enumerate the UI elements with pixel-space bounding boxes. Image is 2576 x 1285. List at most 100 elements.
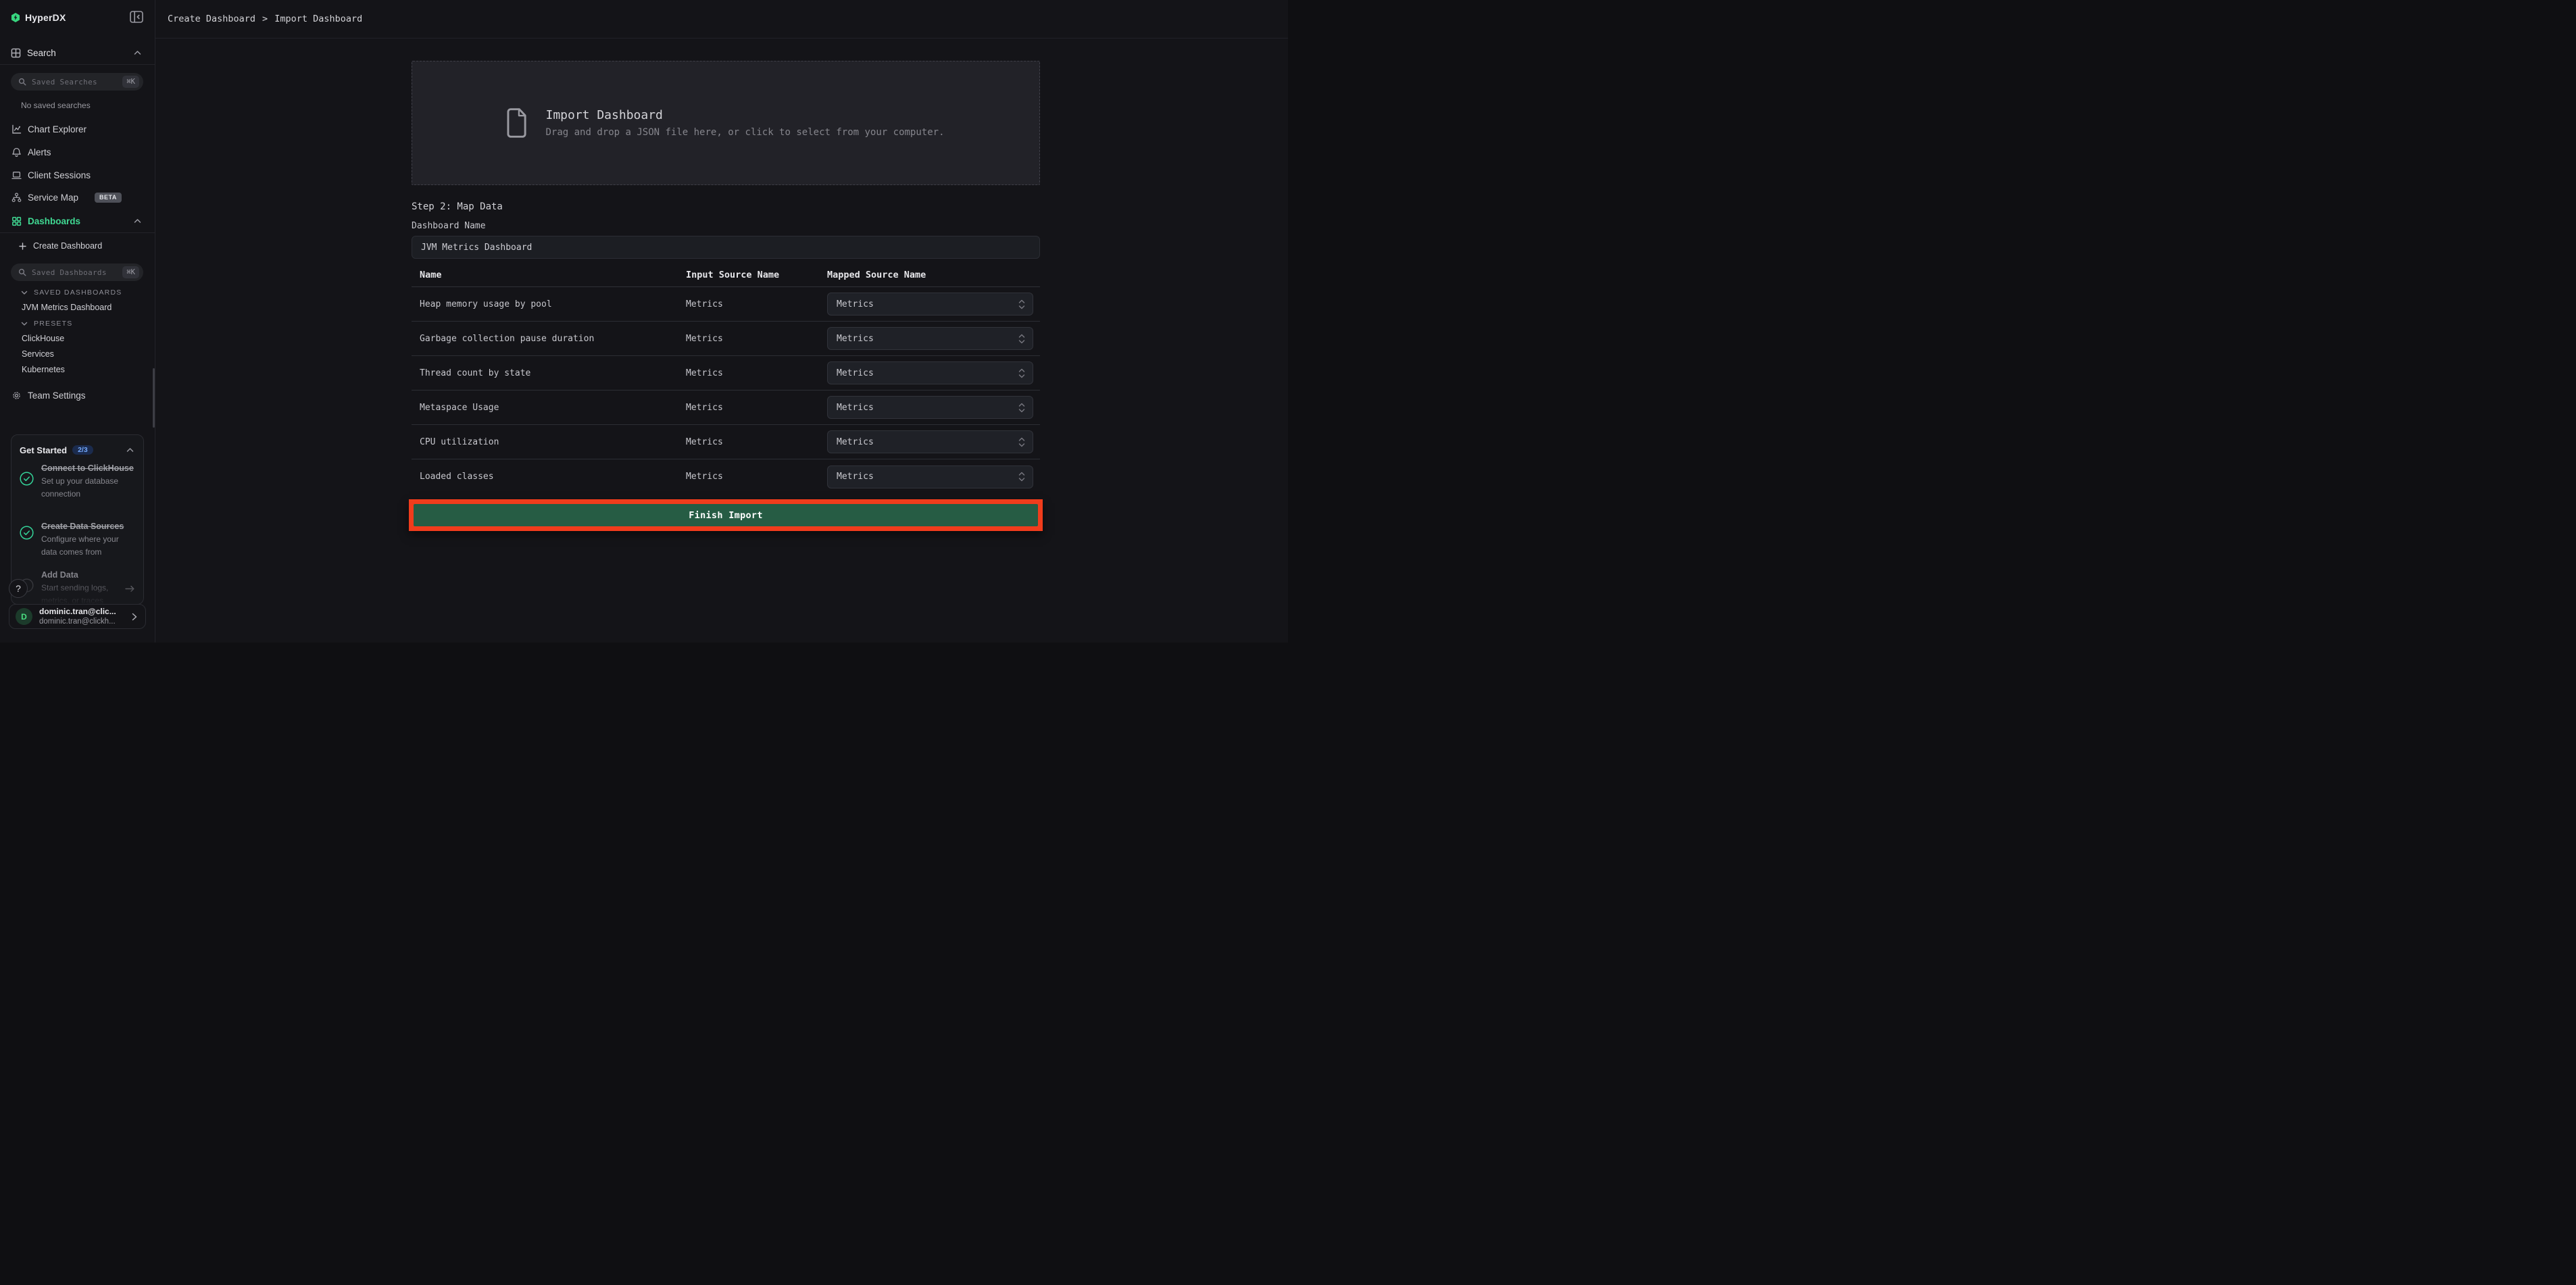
selected-value: Metrics [837,299,874,309]
mapped-source-select[interactable]: Metrics [827,293,1033,316]
get-started-step-add-data[interactable]: Add Data Start sending logs, metrics, or… [20,569,137,605]
selector-chevrons-icon [1017,471,1026,482]
selected-value: Metrics [837,368,874,378]
saved-dashboards-input[interactable]: Saved Dashboards ⌘K [11,263,143,281]
breadcrumb-create-dashboard[interactable]: Create Dashboard [168,14,255,24]
main-area: Create Dashboard>Import Dashboard Import… [155,0,1288,642]
shortcut-badge: ⌘K [122,76,139,88]
chevron-down-icon [21,291,28,295]
presets-group-header[interactable]: PRESETS [21,320,72,328]
sidebar-item-label: Dashboards [28,216,80,226]
action-highlight-annotation: Finish Import [409,499,1043,531]
row-name: Metaspace Usage [412,403,686,413]
chevron-right-icon [132,613,137,621]
selected-value: Metrics [837,472,874,482]
sidebar-item-dashboards[interactable]: Dashboards [0,211,155,230]
laptop-icon [11,170,22,180]
bell-icon [11,147,22,157]
search-icon [18,268,26,276]
dashboards-icon [11,216,22,226]
app-title: HyperDX [25,12,66,23]
sidebar-item-clickhouse[interactable]: ClickHouse [22,334,64,343]
selector-chevrons-icon [1017,368,1026,379]
mapping-table: Name Input Source Name Mapped Source Nam… [412,270,1040,494]
get-started-card: Get Started 2/3 Connect to ClickHouse Se… [11,434,144,605]
column-header-input-source: Input Source Name [686,270,827,280]
table-row: CPU utilization Metrics Metrics [412,425,1040,459]
selector-chevrons-icon [1017,402,1026,413]
dashboard-name-input[interactable] [412,236,1040,259]
sidebar-item-service-map[interactable]: Service Map BETA [0,188,155,207]
row-name: Thread count by state [412,368,686,378]
saved-dashboards-placeholder: Saved Dashboards [32,268,107,277]
sidebar-scrollbar[interactable] [153,368,155,428]
table-row: Loaded classes Metrics Metrics [412,459,1040,494]
user-email: dominic.tran@clickh... [39,617,126,627]
create-dashboard-button[interactable]: Create Dashboard [19,241,102,251]
breadcrumb: Create Dashboard>Import Dashboard [168,14,362,24]
saved-searches-placeholder: Saved Searches [32,78,97,86]
sidebar-item-label: Service Map [28,193,78,203]
row-name: CPU utilization [412,437,686,447]
sidebar-collapse-icon[interactable] [130,11,143,23]
file-dropzone[interactable]: Import Dashboard Drag and drop a JSON fi… [412,61,1040,185]
row-input-source: Metrics [686,403,827,413]
table-row: Heap memory usage by pool Metrics Metric… [412,287,1040,322]
sidebar-item-services[interactable]: Services [22,349,54,359]
mapped-source-select[interactable]: Metrics [827,396,1033,419]
column-header-name: Name [412,270,686,280]
table-body: Heap memory usage by pool Metrics Metric… [412,287,1040,494]
search-section-icon [11,48,21,58]
file-icon [507,107,528,138]
saved-searches-input[interactable]: Saved Searches ⌘K [11,73,143,91]
get-started-step-sources[interactable]: Create Data Sources Configure where your… [20,520,137,559]
sidebar-item-alerts[interactable]: Alerts [0,143,155,161]
sidebar-item-team-settings[interactable]: Team Settings [0,386,155,405]
row-input-source: Metrics [686,368,827,378]
row-name: Loaded classes [412,472,686,482]
group-label: PRESETS [34,320,72,328]
saved-dashboards-group-header[interactable]: SAVED DASHBOARDS [21,288,122,297]
service-map-icon [11,193,22,203]
selected-value: Metrics [837,403,874,413]
selector-chevrons-icon [1017,333,1026,345]
sidebar-item-jvm-metrics-dashboard[interactable]: JVM Metrics Dashboard [22,303,112,312]
chevron-down-icon [21,322,28,326]
chevron-up-icon [134,50,141,55]
mapped-source-select[interactable]: Metrics [827,361,1033,384]
get-started-title: Get Started [20,445,67,455]
hyperdx-app: HyperDX Search [0,0,1288,642]
breadcrumb-import-dashboard[interactable]: Import Dashboard [274,14,362,24]
create-dashboard-label: Create Dashboard [33,241,102,251]
step-label: Step 2: Map Data [412,201,1040,212]
check-circle-icon [20,472,34,486]
sidebar-item-chart-explorer[interactable]: Chart Explorer [0,120,155,138]
user-menu[interactable]: D dominic.tran@clic... dominic.tran@clic… [9,604,146,629]
mapped-source-select[interactable]: Metrics [827,465,1033,488]
step-title: Connect to ClickHouse [41,462,137,475]
row-input-source: Metrics [686,299,827,309]
sidebar-divider [0,232,155,233]
mapped-source-select[interactable]: Metrics [827,327,1033,350]
table-row: Metaspace Usage Metrics Metrics [412,390,1040,425]
import-panel: Import Dashboard Drag and drop a JSON fi… [412,39,1040,531]
selected-value: Metrics [837,334,874,344]
chevron-up-icon[interactable] [126,447,134,453]
chart-explorer-icon [11,124,22,134]
sidebar-item-kubernetes[interactable]: Kubernetes [22,365,65,374]
user-name: dominic.tran@clic... [39,607,126,617]
plus-icon [19,243,26,250]
mapped-source-select[interactable]: Metrics [827,430,1033,453]
table-row: Thread count by state Metrics Metrics [412,356,1040,390]
sidebar-item-client-sessions[interactable]: Client Sessions [0,166,155,184]
row-input-source: Metrics [686,437,827,447]
sidebar: HyperDX Search [0,0,155,642]
help-button[interactable]: ? [9,579,28,598]
finish-import-button[interactable]: Finish Import [414,504,1038,526]
sidebar-section-search[interactable]: Search [0,43,155,62]
get-started-step-connect[interactable]: Connect to ClickHouse Set up your databa… [20,462,137,501]
row-name: Garbage collection pause duration [412,334,686,344]
sidebar-item-label: Chart Explorer [28,124,86,134]
arrow-right-icon [125,585,135,593]
selected-value: Metrics [837,437,874,447]
